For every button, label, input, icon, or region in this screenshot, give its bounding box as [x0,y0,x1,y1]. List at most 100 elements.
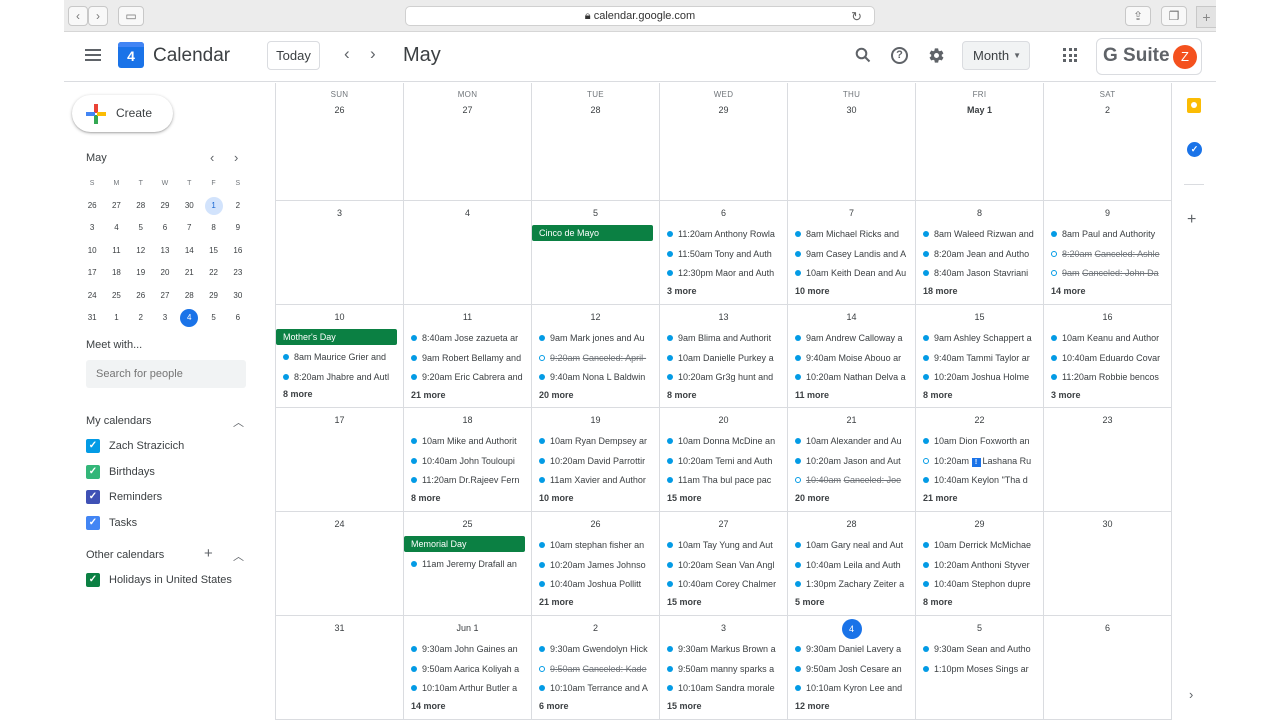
event-chip[interactable]: 9:30am John Gaines an [411,641,529,657]
account-area[interactable]: G Suite Z [1096,38,1202,75]
more-events-link[interactable]: 8 more [923,597,953,607]
mini-day[interactable]: 28 [177,287,201,305]
tabs-overview-icon[interactable]: ❐ [1161,6,1187,26]
add-addon-icon[interactable]: + [1187,211,1196,229]
event-chip[interactable]: 10:20am ! Lashana Ru [923,453,1041,469]
day-number[interactable]: 28 [788,519,915,529]
mini-day[interactable]: 27 [104,197,128,215]
day-number[interactable]: 20 [660,415,787,425]
mini-day[interactable]: 18 [104,264,128,282]
event-chip[interactable]: 9:30am Daniel Lavery a [795,641,913,657]
event-chip[interactable]: 10am Ryan Dempsey ar [539,433,657,449]
day-cell[interactable]: 11 8:40am Jose zazueta ar 9am Robert Bella… [404,305,532,408]
day-number[interactable]: 26 [532,519,659,529]
day-number[interactable]: 27 [660,519,787,529]
mini-day[interactable]: 26 [129,287,153,305]
event-chip[interactable]: 8:20am Canceled: Ashle [1051,246,1169,262]
day-cell[interactable]: 19 10am Ryan Dempsey ar 10:20am David Parr… [532,408,660,512]
day-cell[interactable]: Jun 1 9:30am John Gaines an 9:50am Aarica … [404,616,532,720]
mini-day[interactable]: 29 [201,287,225,305]
event-chip[interactable]: 11am Tha bul pace pac [667,472,785,488]
event-chip[interactable]: 10:20am Nathan Delva a [795,369,913,385]
event-chip[interactable]: 10:10am Kyron Lee and [795,680,913,696]
back-icon[interactable]: ‹ [68,6,88,26]
day-number[interactable]: 13 [660,312,787,322]
day-cell[interactable]: SAT 2 [1044,83,1172,201]
mini-day[interactable]: 29 [153,197,177,215]
day-cell[interactable]: 8 8am Waleed Rizwan and 8:20am Jean and Au… [916,201,1044,305]
more-events-link[interactable]: 6 more [539,701,569,711]
day-cell[interactable]: SUN 26 [276,83,404,201]
event-chip[interactable]: 9am Casey Landis and A [795,246,913,262]
event-chip[interactable]: 9:30am Gwendolyn Hick [539,641,657,657]
checkbox-checked-icon[interactable]: ✓ [86,490,100,504]
mini-day[interactable]: 12 [129,242,153,260]
mini-day[interactable]: 26 [80,197,104,215]
day-cell[interactable]: 15 9am Ashley Schappert a 9:40am Tammi Tay… [916,305,1044,408]
mini-day[interactable]: 14 [177,242,201,260]
day-number[interactable]: 22 [916,415,1043,425]
event-chip[interactable]: 10am Tay Yung and Aut [667,537,785,553]
mini-day[interactable]: 20 [153,264,177,282]
event-chip[interactable]: 10am Danielle Purkey a [667,350,785,366]
more-events-link[interactable]: 15 more [667,701,702,711]
gear-icon[interactable] [928,47,945,64]
day-number[interactable]: 5 [532,208,659,218]
day-cell[interactable]: 29 10am Derrick McMichae 10:20am Anthoni S… [916,512,1044,616]
mini-day[interactable]: 5 [201,309,225,327]
chevron-left-icon[interactable]: ‹ [344,44,350,64]
keep-icon[interactable] [1187,98,1201,113]
event-chip[interactable]: 8am Waleed Rizwan and [923,226,1041,242]
day-number[interactable]: 15 [916,312,1043,322]
mini-day[interactable]: 22 [201,264,225,282]
day-cell[interactable]: 26 10am stephan fisher an 10:20am James Jo… [532,512,660,616]
event-chip[interactable]: 11:20am Anthony Rowla [667,226,785,242]
day-number[interactable]: 27 [404,105,531,115]
mini-day[interactable]: 8 [201,219,225,237]
mini-day[interactable]: 6 [153,219,177,237]
more-events-link[interactable]: 14 more [411,701,446,711]
day-number[interactable]: 6 [1044,623,1171,633]
more-events-link[interactable]: 8 more [923,390,953,400]
event-chip[interactable]: 10:20am David Parrottir [539,453,657,469]
event-chip[interactable]: 8:40am Jose zazueta ar [411,330,529,346]
more-events-link[interactable]: 8 more [283,389,313,399]
day-cell[interactable]: MON 27 [404,83,532,201]
day-number[interactable]: 21 [788,415,915,425]
event-chip[interactable]: 10:20am Gr3g hunt and [667,369,785,385]
expand-panel-icon[interactable]: › [1189,687,1193,702]
more-events-link[interactable]: 20 more [539,390,574,400]
day-cell[interactable]: FRI May 1 [916,83,1044,201]
event-chip[interactable]: 10:20am Joshua Holme [923,369,1041,385]
mini-day[interactable]: 13 [153,242,177,260]
event-chip[interactable]: 11am Jeremy Drafall an [411,556,529,572]
day-number[interactable]: 14 [788,312,915,322]
event-chip[interactable]: 9:40am Tammi Taylor ar [923,350,1041,366]
day-cell[interactable]: 7 8am Michael Ricks and 9am Casey Landis a… [788,201,916,305]
day-cell[interactable]: 2 9:30am Gwendolyn Hick 9:50am Canceled: K… [532,616,660,720]
mini-day[interactable]: 30 [226,287,250,305]
day-number[interactable]: 31 [276,623,403,633]
reload-icon[interactable]: ↻ [851,7,862,26]
mini-day[interactable]: 17 [80,264,104,282]
day-cell[interactable]: WED 29 [660,83,788,201]
more-events-link[interactable]: 15 more [667,493,702,503]
day-cell[interactable]: 4 [404,201,532,305]
event-chip[interactable]: 11am Xavier and Author [539,472,657,488]
day-cell[interactable]: 6 11:20am Anthony Rowla 11:50am Tony and A… [660,201,788,305]
day-cell[interactable]: 12 9am Mark jones and Au 9:20am Canceled: … [532,305,660,408]
all-day-event[interactable]: Cinco de Mayo [532,225,653,241]
event-chip[interactable]: 10:20am Jason and Aut [795,453,913,469]
event-chip[interactable]: 11:50am Tony and Auth [667,246,785,262]
event-chip[interactable]: 10:40am Eduardo Covar [1051,350,1169,366]
event-chip[interactable]: 10am Keanu and Author [1051,330,1169,346]
day-cell[interactable]: 20 10am Donna McDine an 10:20am Temi and A… [660,408,788,512]
event-chip[interactable]: 9:50am Josh Cesare an [795,661,913,677]
mini-day[interactable]: 31 [80,309,104,327]
day-number[interactable]: 30 [788,105,915,115]
my-calendars-title[interactable]: My calendars [86,415,151,427]
more-events-link[interactable]: 11 more [795,390,829,400]
mini-day[interactable]: 6 [226,309,250,327]
mini-day[interactable]: 28 [129,197,153,215]
day-number[interactable]: Jun 1 [404,623,531,633]
